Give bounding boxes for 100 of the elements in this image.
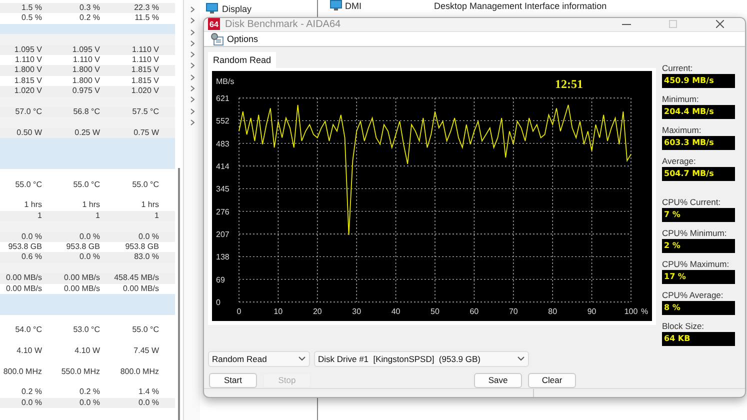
y-tick-label: 345	[216, 184, 230, 194]
table-cell-text: 0.0 %	[138, 232, 159, 242]
x-tick-label: 70	[508, 306, 518, 316]
stat-value: 2 %	[662, 238, 735, 253]
y-tick-label: 276	[216, 207, 230, 216]
table-cell-text: 0.0 %	[78, 252, 100, 263]
minimize-icon[interactable]	[622, 24, 630, 25]
table-cell-text: 1	[36, 210, 42, 222]
table-cell-text: 1 hrs	[81, 200, 100, 211]
close-icon[interactable]	[716, 20, 724, 28]
table-cell-text: 1.815 V	[130, 76, 159, 86]
y-tick-label: 552	[216, 116, 230, 126]
chevron-down-icon	[298, 356, 306, 362]
scrollbar-thumb[interactable]	[178, 168, 180, 420]
stat-label: Block Size:	[662, 320, 706, 331]
table-cell-text: 1.815 V	[130, 65, 159, 76]
stat-value: 7 %	[662, 208, 735, 222]
table-cell-text: 1.095 V	[13, 44, 42, 55]
stat-label: CPU% Minimum:	[662, 228, 728, 238]
table-cell-text: 83.0 %	[133, 252, 159, 263]
table-cell-text: 56.8 °C	[72, 106, 100, 118]
table-cell-text: 1.110 V	[72, 54, 100, 66]
table-cell-text: 1.800 V	[13, 65, 42, 76]
action-button[interactable]: Save	[474, 372, 522, 388]
table-cell-text: 0.0 %	[20, 232, 42, 242]
table-cell-text: 1.800 V	[71, 65, 100, 76]
table-cell-text: 57.5 °C	[131, 106, 159, 118]
clock-text: 12:51	[555, 76, 583, 91]
table-cell-text: 1.020 V	[13, 86, 42, 97]
table-cell-text: 800.0 MHz	[119, 366, 159, 378]
table-cell-text: 0.00 MB/s	[4, 273, 42, 284]
y-tick-label: 621	[216, 94, 230, 103]
list-item-name[interactable]: DMI	[345, 0, 362, 10]
x-axis-label: %	[641, 306, 648, 316]
x-tick-label: 30	[352, 306, 362, 316]
window-title: Disk Benchmark - AIDA64	[225, 18, 342, 30]
stat-label: CPU% Current:	[662, 196, 722, 207]
stat-label: Minimum:	[662, 94, 700, 104]
table-cell-text: 53.0 °C	[72, 325, 100, 336]
table-cell-text: 0.0 %	[78, 398, 100, 408]
table-cell-text: 800.0 MHz	[2, 366, 42, 378]
x-tick-label: 0	[236, 306, 242, 316]
action-button[interactable]: Start	[209, 372, 257, 388]
table-cell-text: 458.45 MB/s	[113, 273, 159, 284]
table-cell-text: 1.815 V	[13, 76, 42, 86]
table-cell-text: 0.75 W	[132, 128, 159, 138]
tab[interactable]: Random Read	[208, 52, 276, 68]
table-cell-text: 0.2 %	[78, 13, 100, 24]
table-cell-text: 1.095 V	[71, 44, 100, 55]
monitor-icon	[330, 0, 342, 11]
table-cell-text: 953.8 GB	[7, 242, 42, 252]
table-cell-text: 0.3 %	[78, 3, 100, 14]
options-button[interactable]: Options	[208, 32, 260, 46]
table-cell-text: 0.00 MB/s	[62, 273, 100, 284]
x-tick-label: 60	[470, 306, 479, 316]
stat-value: 8 %	[662, 300, 735, 315]
tree-item[interactable]: Display	[222, 4, 252, 14]
table-cell-text: 0.00 MB/s	[122, 284, 159, 294]
table-cell-text: 1.110 V	[14, 54, 42, 66]
table-cell-text: 1.110 V	[131, 54, 159, 66]
stat-value: 603.3 MB/s	[662, 136, 735, 150]
stat-value: 450.9 MB/s	[662, 74, 735, 88]
test-type-dropdown[interactable]: Random Read	[208, 350, 310, 367]
stat-value: 204.4 MB/s	[662, 104, 735, 119]
table-cell-text: 550.0 MHz	[60, 366, 100, 378]
table-cell-text: 1	[94, 210, 100, 222]
x-tick-label: 10	[274, 306, 283, 316]
table-cell-text: 0.00 MB/s	[62, 284, 100, 294]
table-cell-text: 0.2 %	[20, 387, 42, 398]
table-cell-text: 1.5 %	[20, 3, 42, 14]
table-cell-text: 0.0 %	[78, 232, 100, 242]
table-cell-text: 54.0 °C	[14, 325, 42, 336]
table-cell-text: 0.2 %	[78, 387, 100, 398]
stat-label: Maximum:	[662, 124, 702, 135]
chevron-down-icon	[517, 356, 525, 362]
table-cell-text: 0.00 MB/s	[4, 284, 42, 294]
x-tick-label: 40	[391, 306, 400, 316]
y-tick-label: 207	[216, 230, 230, 239]
action-button[interactable]: Clear	[528, 372, 576, 388]
monitor-icon	[206, 3, 218, 14]
stat-label: Current:	[662, 62, 694, 73]
table-cell-text: 0.975 V	[71, 86, 100, 97]
stat-value: 17 %	[662, 270, 735, 284]
stat-value: 64 KB	[662, 332, 735, 346]
app-logo: 64	[208, 18, 220, 30]
table-cell-text: 1.110 V	[131, 44, 159, 55]
table-cell-text: 11.5 %	[134, 13, 159, 24]
table-cell-text: 4.10 W	[16, 346, 42, 356]
stat-value: 504.7 MB/s	[662, 166, 735, 181]
x-tick-label: 80	[548, 306, 558, 316]
table-cell-text: 7.45 W	[132, 346, 159, 356]
y-tick-label: 414	[216, 162, 230, 171]
table-cell-text: 4.10 W	[74, 346, 100, 356]
table-cell-text: 55.0 °C	[131, 180, 159, 190]
table-cell-text: 55.0 °C	[131, 325, 159, 336]
table-cell-text: 0.50 W	[16, 128, 42, 138]
drive-dropdown[interactable]: Disk Drive #1 [KingstonSPSD] (953.9 GB)	[314, 350, 529, 367]
table-cell-text: 953.8 GB	[65, 242, 100, 252]
stat-label: CPU% Average:	[662, 290, 724, 300]
table-cell-text: 0.25 W	[74, 128, 100, 138]
